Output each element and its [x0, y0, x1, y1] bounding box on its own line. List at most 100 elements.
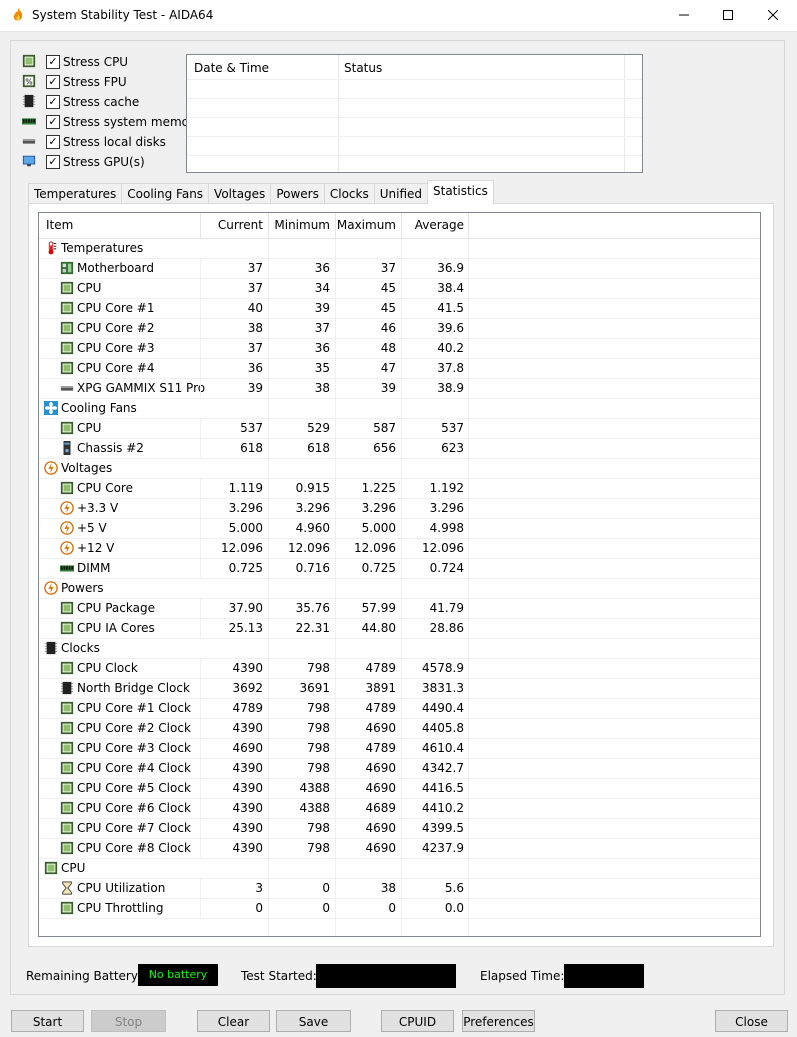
stress-option-row[interactable]: ✓ Stress local disks: [22, 133, 166, 151]
stress-option-checkbox[interactable]: ✓: [46, 135, 60, 149]
log-row-line: [187, 136, 642, 137]
stress-option-label[interactable]: Stress CPU: [63, 55, 128, 69]
grid-value-max: 39: [380, 381, 396, 395]
stress-option-checkbox[interactable]: ✓: [46, 115, 60, 129]
grid-group-row[interactable]: Voltages: [39, 459, 760, 479]
table-row[interactable]: XPG GAMMIX S11 Pro 39 38 39 38.9: [39, 379, 760, 399]
table-row[interactable]: CPU Utilization 3 0 38 5.6: [39, 879, 760, 899]
table-row[interactable]: +5 V 5.000 4.960 5.000 4.998: [39, 519, 760, 539]
stress-option-row[interactable]: ✓ Stress GPU(s): [22, 153, 145, 171]
grid-group-row[interactable]: Clocks: [39, 639, 760, 659]
grid-value-min: 4388: [299, 801, 330, 815]
stress-option-row[interactable]: ✓ Stress system memory: [22, 113, 201, 131]
tab-voltages[interactable]: Voltages: [208, 183, 272, 204]
cpu-chip-icon: [60, 741, 74, 755]
grid-column-divider: [268, 859, 269, 878]
stress-option-label[interactable]: Stress FPU: [63, 75, 127, 89]
stress-option-checkbox[interactable]: ✓: [46, 95, 60, 109]
grid-column-divider: [401, 239, 402, 258]
table-row[interactable]: CPU Core #2 38 37 46 39.6: [39, 319, 760, 339]
table-row[interactable]: CPU Core #4 Clock 4390 798 4690 4342.7: [39, 759, 760, 779]
voltage-icon: [44, 461, 58, 475]
tab-powers[interactable]: Powers: [270, 183, 325, 204]
elapsed-time-value-box: [564, 964, 644, 988]
stress-option-label[interactable]: Stress GPU(s): [63, 155, 145, 169]
table-row[interactable]: Motherboard 37 36 37 36.9: [39, 259, 760, 279]
table-row[interactable]: CPU Core #7 Clock 4390 798 4690 4399.5: [39, 819, 760, 839]
table-row[interactable]: +12 V 12.096 12.096 12.096 12.096: [39, 539, 760, 559]
save-button[interactable]: Save: [276, 1010, 351, 1032]
table-row[interactable]: CPU Core #1 Clock 4789 798 4789 4490.4: [39, 699, 760, 719]
maximize-icon: [723, 10, 733, 20]
start-button[interactable]: Start: [11, 1010, 84, 1032]
grid-header-maximum[interactable]: Maximum: [336, 213, 401, 238]
table-row[interactable]: CPU Core #2 Clock 4390 798 4690 4405.8: [39, 719, 760, 739]
table-row[interactable]: CPU Core #5 Clock 4390 4388 4690 4416.5: [39, 779, 760, 799]
table-row[interactable]: CPU Core #4 36 35 47 37.8: [39, 359, 760, 379]
table-row[interactable]: CPU Core #3 37 36 48 40.2: [39, 339, 760, 359]
table-row[interactable]: CPU 37 34 45 38.4: [39, 279, 760, 299]
table-row[interactable]: Chassis #2 618 618 656 623: [39, 439, 760, 459]
statistics-grid[interactable]: Item Current Minimum Maximum Average Tem…: [38, 212, 761, 937]
stress-option-row[interactable]: ✓ Stress CPU: [22, 53, 128, 71]
grid-value-min: 4.960: [295, 521, 330, 535]
table-row[interactable]: CPU Core 1.119 0.915 1.225 1.192: [39, 479, 760, 499]
stop-button[interactable]: Stop: [91, 1010, 166, 1032]
grid-item-cell: CPU Core #3 Clock: [60, 739, 200, 758]
grid-value-avg: 4405.8: [422, 721, 464, 735]
stress-option-label[interactable]: Stress cache: [63, 95, 139, 109]
maximize-button[interactable]: [705, 0, 751, 31]
tab-cooling-fans[interactable]: Cooling Fans: [121, 183, 210, 204]
table-row[interactable]: CPU Clock 4390 798 4789 4578.9: [39, 659, 760, 679]
tab-statistics[interactable]: Statistics: [427, 180, 494, 204]
stress-option-label[interactable]: Stress system memory: [63, 115, 201, 129]
table-row[interactable]: North Bridge Clock 3692 3691 3891 3831.3: [39, 679, 760, 699]
stress-option-checkbox[interactable]: ✓: [46, 75, 60, 89]
table-row[interactable]: CPU IA Cores 25.13 22.31 44.80 28.86: [39, 619, 760, 639]
grid-item-cell: Voltages: [44, 459, 344, 478]
tab-temperatures[interactable]: Temperatures: [28, 183, 123, 204]
minimize-button[interactable]: [661, 0, 707, 31]
table-row[interactable]: CPU 537 529 587 537: [39, 419, 760, 439]
table-row[interactable]: CPU Core #6 Clock 4390 4388 4689 4410.2: [39, 799, 760, 819]
stress-option-row[interactable]: % ✓ Stress FPU: [22, 73, 127, 91]
grid-value-cur: 3.296: [228, 501, 263, 515]
stress-option-checkbox[interactable]: ✓: [46, 155, 60, 169]
tab-unified[interactable]: Unified: [373, 183, 428, 204]
cpuid-button[interactable]: CPUID: [381, 1010, 454, 1032]
grid-header-average[interactable]: Average: [402, 213, 469, 238]
log-header-datetime[interactable]: Date & Time: [194, 61, 269, 75]
table-row[interactable]: CPU Throttling 0 0 0 0.0: [39, 899, 760, 919]
table-row[interactable]: CPU Package 37.90 35.76 57.99 41.79: [39, 599, 760, 619]
grid-group-row[interactable]: Cooling Fans: [39, 399, 760, 419]
grid-value-min: 529: [307, 421, 330, 435]
grid-header-minimum[interactable]: Minimum: [269, 213, 335, 238]
grid-item-label: CPU Core #4: [77, 361, 155, 375]
table-row[interactable]: CPU Core #3 Clock 4690 798 4789 4610.4: [39, 739, 760, 759]
stress-option-row[interactable]: ✓ Stress cache: [22, 93, 139, 111]
grid-header-item[interactable]: Item: [46, 213, 196, 238]
table-row[interactable]: CPU Core #8 Clock 4390 798 4690 4237.9: [39, 839, 760, 859]
stress-option-checkbox[interactable]: ✓: [46, 55, 60, 69]
table-row[interactable]: DIMM 0.725 0.716 0.725 0.724: [39, 559, 760, 579]
close-window-button[interactable]: [750, 0, 796, 31]
tab-clocks[interactable]: Clocks: [323, 183, 375, 204]
close-button[interactable]: Close: [715, 1010, 788, 1032]
grid-item-label: CPU Core: [77, 481, 133, 495]
log-header-status[interactable]: Status: [344, 61, 382, 75]
hourglass-icon: [60, 881, 74, 895]
grid-item-label: Clocks: [61, 641, 100, 655]
grid-group-row[interactable]: CPU: [39, 859, 760, 879]
test-log-list[interactable]: Date & Time Status: [186, 54, 643, 173]
grid-header-current[interactable]: Current: [201, 213, 268, 238]
preferences-button[interactable]: Preferences: [462, 1010, 535, 1032]
stress-option-label[interactable]: Stress local disks: [63, 135, 166, 149]
table-row[interactable]: CPU Core #1 40 39 45 41.5: [39, 299, 760, 319]
grid-group-row[interactable]: Temperatures: [39, 239, 760, 259]
clear-button[interactable]: Clear: [197, 1010, 270, 1032]
grid-group-row[interactable]: Powers: [39, 579, 760, 599]
grid-value-min: 39: [314, 301, 330, 315]
table-row[interactable]: +3.3 V 3.296 3.296 3.296 3.296: [39, 499, 760, 519]
grid-value-max: 4690: [365, 781, 396, 795]
grid-value-min: 12.096: [288, 541, 330, 555]
